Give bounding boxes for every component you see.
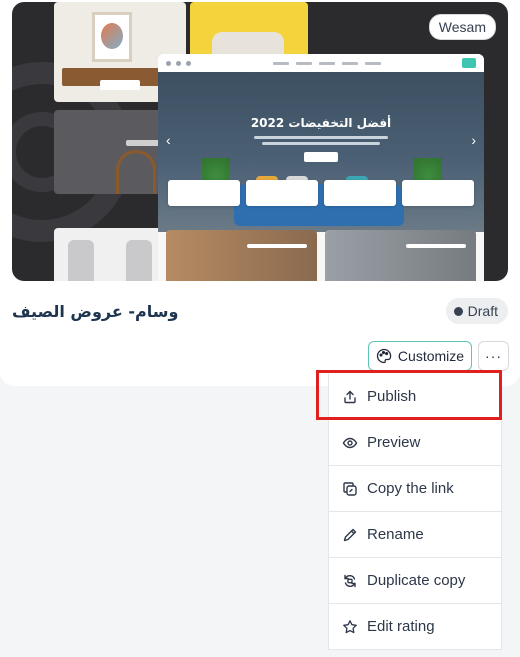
preview-navbar xyxy=(158,54,484,72)
status-dot-icon xyxy=(453,306,463,316)
preview-banners xyxy=(166,230,476,281)
preview-logo xyxy=(462,58,476,68)
publish-highlight-box xyxy=(316,370,502,420)
more-options-button[interactable]: ··· xyxy=(478,341,509,371)
copy-link-icon xyxy=(343,481,357,496)
menu-item-duplicate[interactable]: Duplicate copy xyxy=(328,558,502,604)
site-preview: أفضل التخفيضات 2022 ‹ › xyxy=(158,54,484,281)
ellipsis-icon: ··· xyxy=(485,348,502,364)
menu-item-copy-link[interactable]: Copy the link xyxy=(328,466,502,512)
duplicate-icon xyxy=(344,574,356,587)
preview-hero: أفضل التخفيضات 2022 ‹ › xyxy=(158,72,484,232)
menu-item-label: Preview xyxy=(367,434,421,451)
menu-item-label: Copy the link xyxy=(367,480,454,497)
site-card: أفضل التخفيضات 2022 ‹ › Wesam وسام- عروض… xyxy=(0,0,520,386)
menu-item-preview[interactable]: Preview xyxy=(328,420,502,466)
preview-feature-row xyxy=(168,180,474,206)
chevron-left-icon: ‹ xyxy=(166,132,171,148)
owner-badge: Wesam xyxy=(428,14,496,40)
menu-item-rename[interactable]: Rename xyxy=(328,512,502,558)
palette-icon xyxy=(376,348,392,364)
site-thumbnail[interactable]: أفضل التخفيضات 2022 ‹ › Wesam xyxy=(12,2,508,281)
menu-item-edit-rating[interactable]: Edit rating xyxy=(328,604,502,650)
eye-icon xyxy=(342,437,358,448)
menu-item-label: Edit rating xyxy=(367,618,435,635)
customize-label: Customize xyxy=(397,348,465,364)
star-icon xyxy=(343,619,357,633)
pencil-icon xyxy=(343,528,357,541)
customize-button[interactable]: Customize xyxy=(368,341,472,371)
menu-item-label: Rename xyxy=(367,526,424,543)
menu-item-label: Duplicate copy xyxy=(367,572,466,589)
status-label: Draft xyxy=(467,303,498,319)
chevron-right-icon: › xyxy=(471,132,476,148)
preview-panel-chairs xyxy=(54,228,174,281)
status-badge: Draft xyxy=(445,298,508,324)
site-name: وسام- عروض الصيف xyxy=(12,302,179,321)
preview-hero-button xyxy=(304,152,338,162)
preview-hero-title: أفضل التخفيضات 2022 xyxy=(250,116,392,130)
